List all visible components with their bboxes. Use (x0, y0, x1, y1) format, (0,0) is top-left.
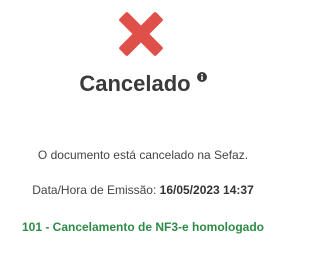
status-title: Cancelado (79, 71, 191, 96)
title-row: Cancelado (0, 71, 286, 97)
emission-datetime: Data/Hora de Emissão: 16/05/2023 14:37 (0, 183, 286, 197)
status-card: Cancelado O documento está cancelado na … (0, 0, 286, 256)
status-message: O documento está cancelado na Sefaz. (37, 148, 249, 162)
info-icon[interactable] (196, 72, 207, 83)
emission-datetime-label: Data/Hora de Emissão: (32, 183, 157, 197)
close-icon (119, 12, 163, 56)
emission-datetime-value: 16/05/2023 14:37 (159, 183, 254, 197)
status-code-message: 101 - Cancelamento de NF3-e homologado (21, 220, 265, 234)
